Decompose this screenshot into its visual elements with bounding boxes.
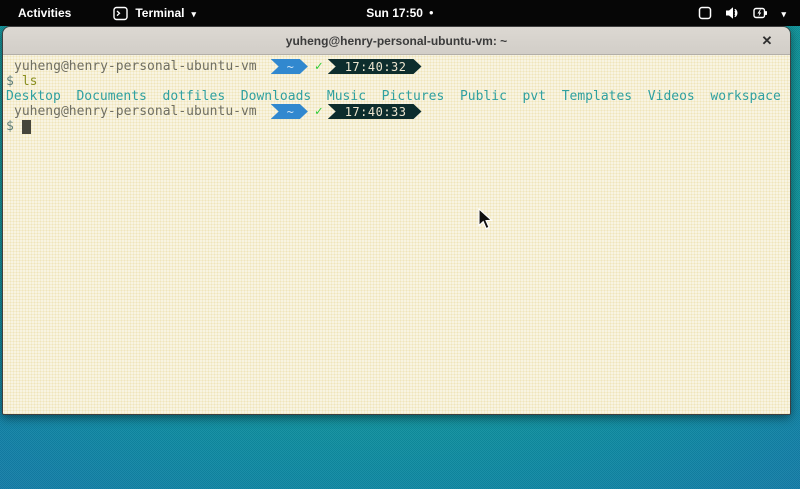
chevron-down-icon: ▾ (191, 10, 196, 19)
terminal-icon (113, 6, 128, 21)
typed-command: ls (22, 74, 38, 89)
prompt-time-segment: 17:40:32 (328, 59, 422, 74)
prompt-symbol: $ (6, 119, 14, 134)
prompt-time-segment: 17:40:33 (328, 104, 422, 119)
status-check-icon: ✓ (315, 59, 323, 74)
activities-button[interactable]: Activities (10, 4, 79, 22)
screen-icon (698, 6, 712, 20)
text-cursor (22, 120, 31, 134)
ls-output-line: Desktop Documents dotfiles Downloads Mus… (6, 89, 790, 104)
command-line: $ ls (6, 74, 790, 89)
directory-listing: Desktop Documents dotfiles Downloads Mus… (6, 89, 781, 104)
window-title: yuheng@henry-personal-ubuntu-vm: ~ (286, 34, 507, 48)
prompt-user-host: yuheng@henry-personal-ubuntu-vm (14, 104, 257, 119)
prompt-line: yuheng@henry-personal-ubuntu-vm ~ ✓ 17:4… (6, 104, 790, 119)
terminal-window: yuheng@henry-personal-ubuntu-vm: ~ ✕ yuh… (2, 26, 791, 415)
terminal-screen[interactable]: yuheng@henry-personal-ubuntu-vm ~ ✓ 17:4… (3, 55, 790, 414)
chevron-down-icon: ▾ (781, 10, 786, 19)
top-bar: Activities Terminal ▾ Sun 17:50 ● (0, 0, 800, 26)
volume-icon (725, 6, 740, 20)
system-status-area[interactable]: ▾ (694, 0, 790, 26)
prompt-user-host: yuheng@henry-personal-ubuntu-vm (14, 59, 257, 74)
prompt-cwd-segment: ~ (271, 59, 308, 74)
mouse-cursor (478, 208, 495, 236)
prompt-cwd-segment: ~ (271, 104, 308, 119)
prompt-line: yuheng@henry-personal-ubuntu-vm ~ ✓ 17:4… (6, 59, 790, 74)
close-button[interactable]: ✕ (756, 27, 778, 55)
app-menu-label: Terminal (135, 6, 184, 20)
media-indicator-dot: ● (429, 9, 434, 17)
battery-charging-icon (753, 6, 768, 20)
window-titlebar[interactable]: yuheng@henry-personal-ubuntu-vm: ~ ✕ (3, 27, 790, 55)
app-menu-button[interactable]: Terminal ▾ (107, 4, 202, 23)
input-line: $ (6, 119, 790, 134)
clock-button[interactable]: Sun 17:50 ● (366, 0, 434, 26)
status-check-icon: ✓ (315, 104, 323, 119)
prompt-symbol: $ (6, 74, 14, 89)
clock-label: Sun 17:50 (366, 6, 423, 20)
